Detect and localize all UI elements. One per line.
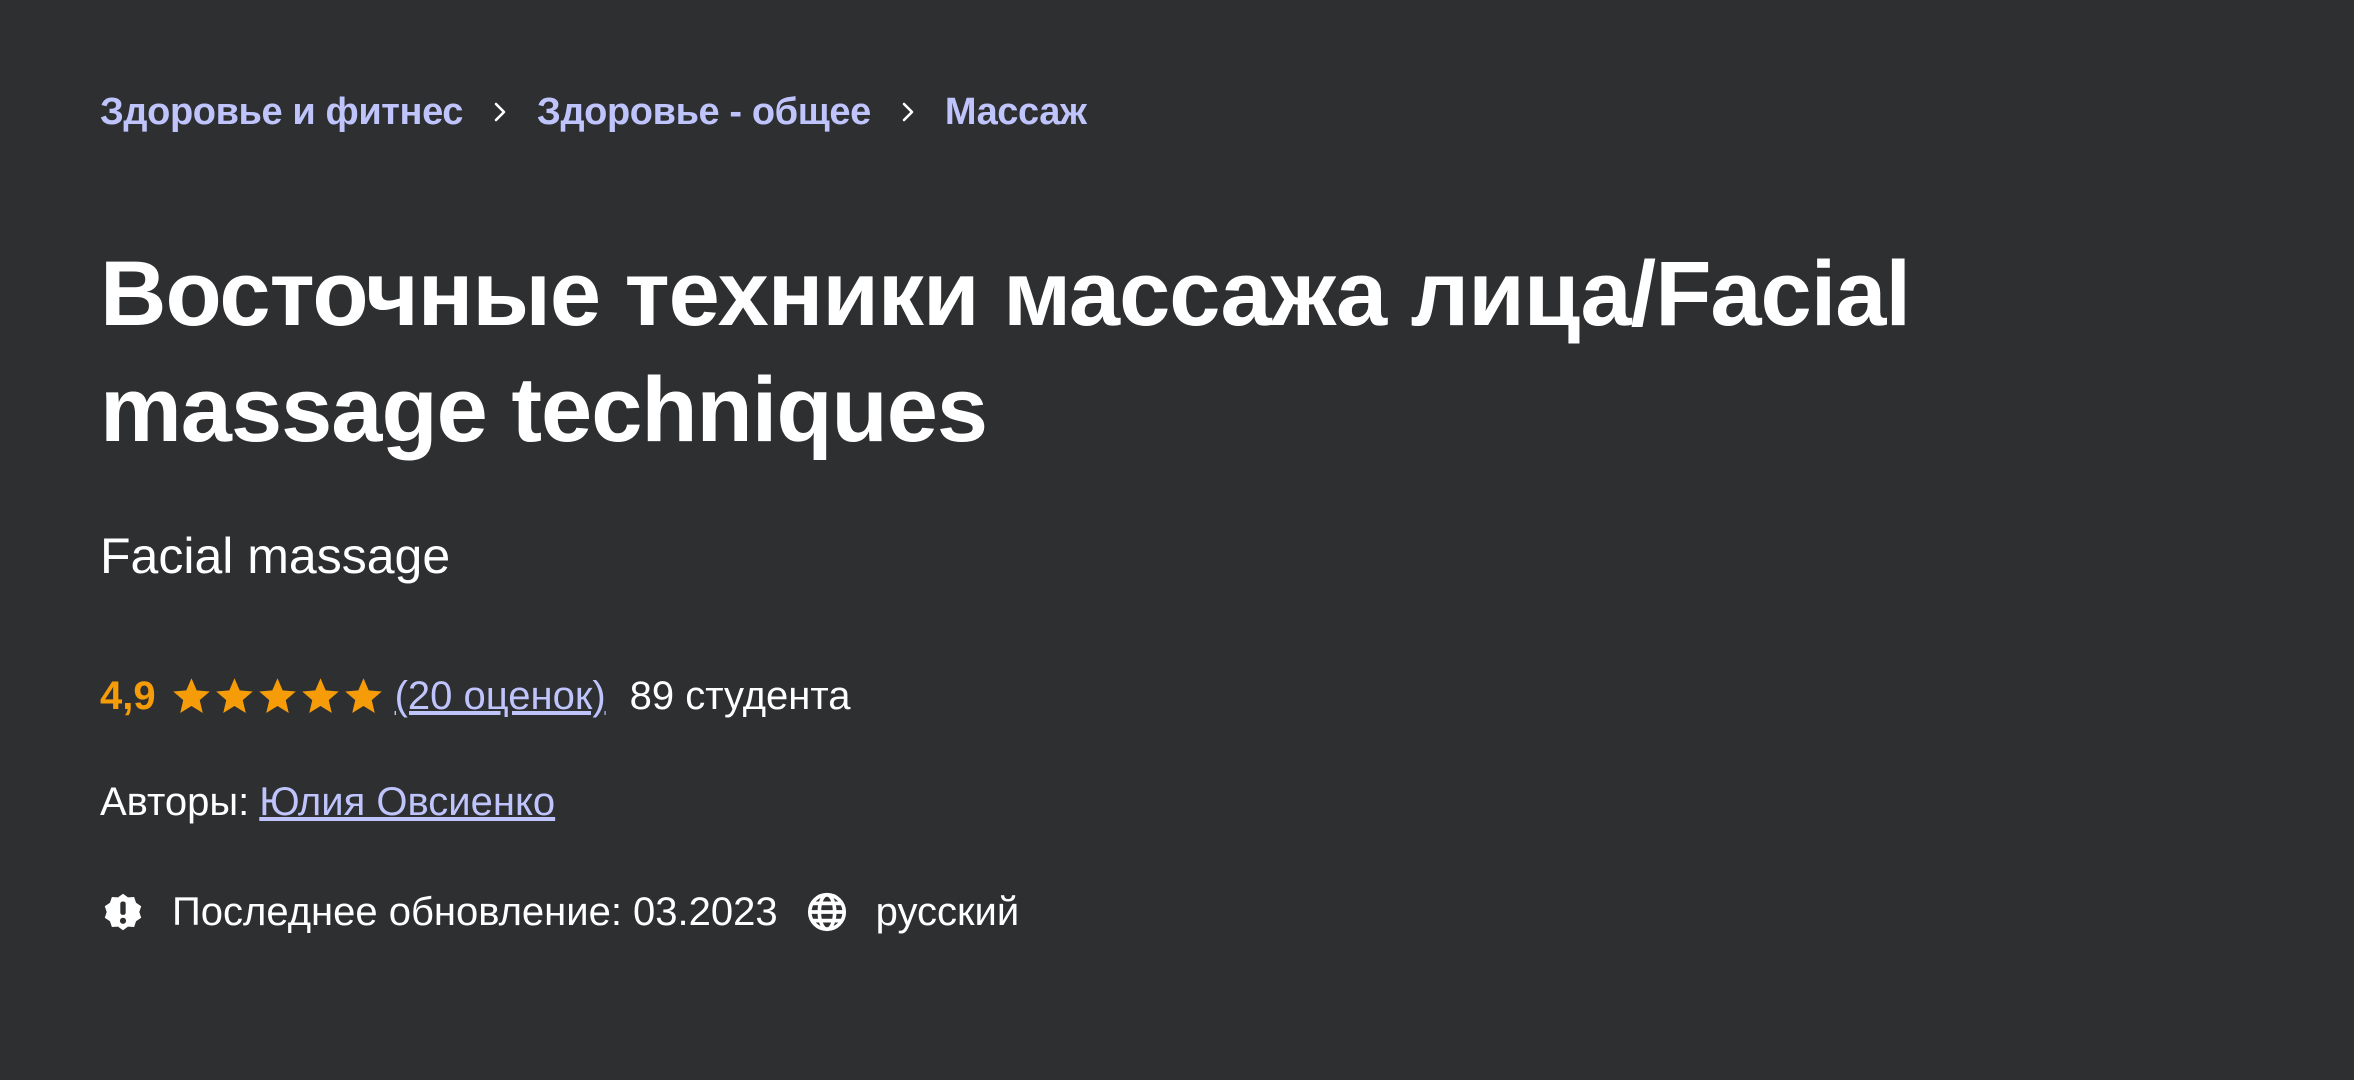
star-icon	[170, 675, 213, 718]
students-count: 89 студента	[629, 673, 851, 718]
star-icon	[213, 675, 256, 718]
course-header: Здоровье и фитнес Здоровье - общее Масса…	[0, 0, 2354, 1080]
star-rating	[170, 675, 385, 718]
authors-row: Авторы: Юлия Овсиенко	[100, 774, 555, 830]
ratings-count-link[interactable]: (20 оценок)	[395, 674, 606, 719]
alert-badge-icon	[100, 889, 146, 935]
star-icon	[342, 675, 385, 718]
star-icon	[256, 675, 299, 718]
course-meta: Последнее обновление: 03.2023 русский	[100, 884, 1019, 940]
course-title: Восточные техники массажа лица/Facial ma…	[100, 243, 1911, 461]
breadcrumb-item-health-general[interactable]: Здоровье - общее	[537, 91, 871, 134]
course-language: русский	[875, 889, 1020, 934]
breadcrumb-item-health-fitness[interactable]: Здоровье и фитнес	[100, 91, 463, 134]
rating-row: 4,9 (20 оценок) 89 студента	[100, 668, 851, 724]
authors-label: Авторы:	[100, 779, 250, 824]
rating-value: 4,9	[100, 673, 156, 718]
breadcrumb-item-massage[interactable]: Массаж	[945, 91, 1087, 134]
last-updated: Последнее обновление: 03.2023	[172, 889, 778, 934]
globe-icon	[804, 889, 850, 935]
course-subtitle: Facial massage	[100, 528, 451, 584]
chevron-right-icon	[871, 86, 945, 138]
breadcrumb: Здоровье и фитнес Здоровье - общее Масса…	[100, 86, 1087, 138]
chevron-right-icon	[463, 86, 537, 138]
author-link[interactable]: Юлия Овсиенко	[259, 780, 555, 825]
star-icon	[299, 675, 342, 718]
